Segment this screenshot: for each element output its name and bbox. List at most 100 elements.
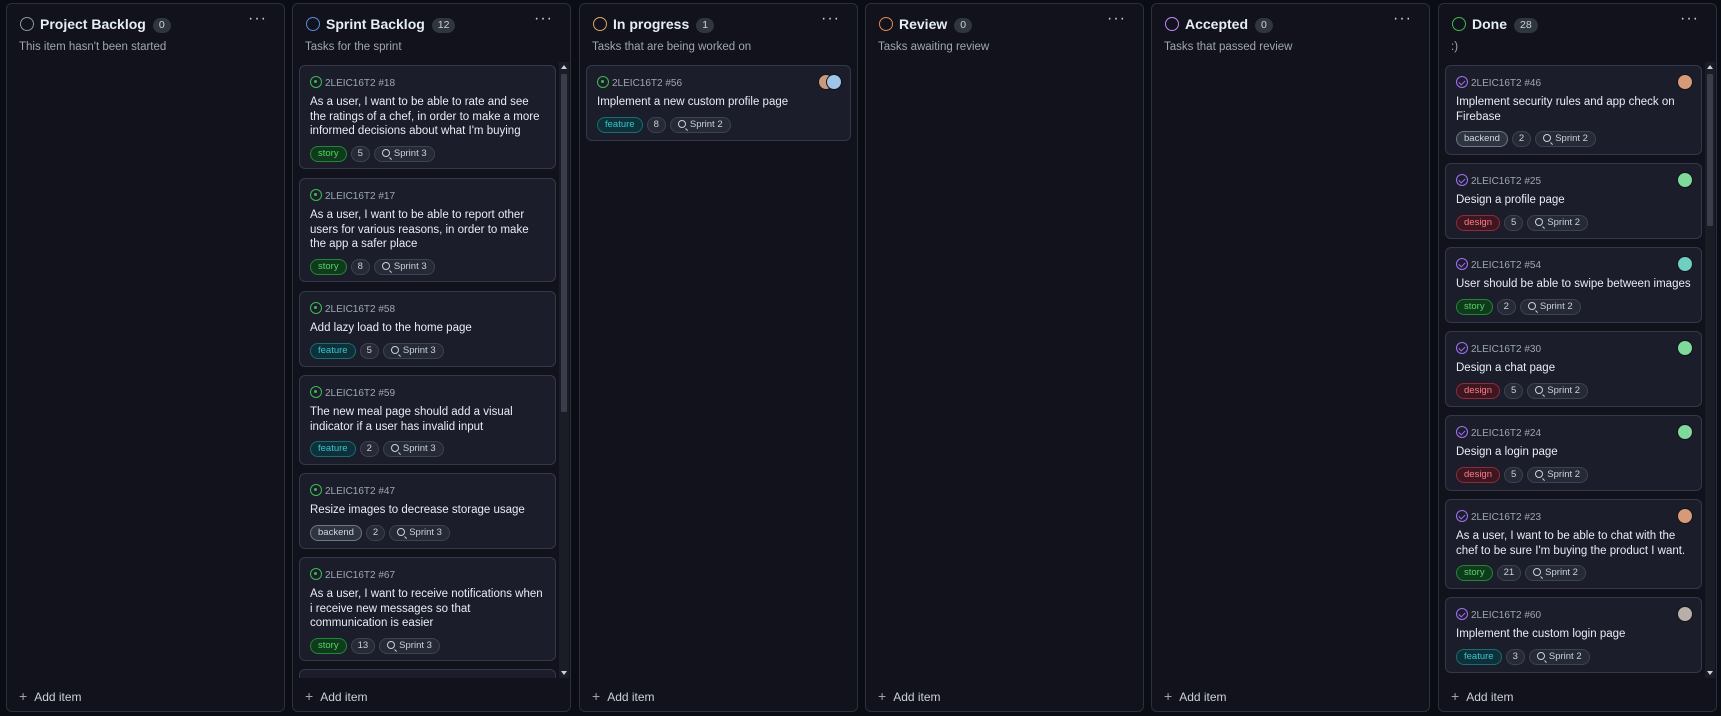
iteration-icon	[397, 528, 406, 536]
label-badge[interactable]: design	[1456, 383, 1500, 399]
issue-card[interactable]: 2LEIC16T2 #25 Design a profile page desi…	[1445, 163, 1702, 239]
issue-reference: 2LEIC16T2 #24	[1456, 426, 1541, 439]
issue-title[interactable]: As a user, I want to be able to rate and…	[310, 95, 545, 139]
label-badge[interactable]: backend	[1456, 131, 1508, 147]
sprint-badge: Sprint 2	[1535, 131, 1596, 147]
column-menu-button[interactable]: ···	[1680, 11, 1698, 30]
issue-title[interactable]: As a user, I want to be able to report o…	[310, 208, 545, 252]
label-badge[interactable]: story	[310, 259, 347, 275]
issue-card-partial[interactable]	[299, 669, 556, 678]
label-badge[interactable]: design	[1456, 467, 1500, 483]
assignee-avatar[interactable]	[1677, 508, 1693, 524]
sprint-badge: Sprint 2	[1519, 299, 1581, 315]
column-footer: + Add item	[866, 681, 1143, 711]
issue-card[interactable]: 2LEIC16T2 #58 Add lazy load to the home …	[299, 291, 556, 367]
issue-title[interactable]: Design a login page	[1456, 445, 1691, 460]
add-item-button[interactable]: + Add item	[305, 688, 368, 704]
assignee-avatar[interactable]	[1677, 340, 1693, 356]
open-issue-icon	[310, 302, 322, 314]
closed-issue-icon	[1456, 426, 1468, 438]
card-fields: story 21 Sprint 2	[1456, 565, 1586, 581]
column-count-badge: 0	[152, 18, 171, 33]
issue-title[interactable]: Resize images to decrease storage usage	[310, 503, 545, 518]
issue-card[interactable]: 2LEIC16T2 #18 As a user, I want to be ab…	[299, 65, 556, 169]
issue-card[interactable]: 2LEIC16T2 #60 Implement the custom login…	[1445, 597, 1702, 673]
issue-title[interactable]: Implement security rules and app check o…	[1456, 95, 1691, 124]
issue-title[interactable]: As a user, I want to receive notificatio…	[310, 587, 545, 631]
assignee-avatar[interactable]	[1677, 606, 1693, 622]
closed-issue-icon	[1456, 510, 1468, 522]
label-badge[interactable]: story	[310, 638, 347, 654]
scroll-up-arrow-icon[interactable]	[1707, 65, 1713, 69]
points-badge: 5	[359, 343, 379, 359]
iteration-icon	[390, 444, 399, 452]
add-item-button[interactable]: + Add item	[878, 688, 941, 704]
issue-card[interactable]: 2LEIC16T2 #30 Design a chat page design …	[1445, 331, 1702, 407]
add-item-button[interactable]: + Add item	[1451, 688, 1514, 704]
points-badge: 13	[350, 638, 376, 654]
column-scrollbar[interactable]	[1705, 62, 1715, 678]
card-fields: backend 2 Sprint 2	[1456, 131, 1596, 147]
column-scrollbar[interactable]	[559, 62, 569, 678]
assignee-avatar[interactable]	[1677, 424, 1693, 440]
assignee-avatar[interactable]	[1677, 74, 1693, 90]
column-title: Sprint Backlog 12	[326, 16, 456, 33]
label-badge[interactable]: feature	[310, 343, 356, 359]
column-menu-button[interactable]: ···	[534, 11, 552, 30]
label-badge[interactable]: feature	[310, 441, 356, 457]
add-item-label: Add item	[893, 690, 941, 704]
scroll-down-arrow-icon[interactable]	[1707, 671, 1713, 675]
iteration-icon	[381, 149, 390, 157]
label-badge[interactable]: story	[1456, 565, 1493, 581]
column-menu-button[interactable]: ···	[1393, 11, 1411, 30]
status-circle-icon	[1452, 17, 1466, 31]
assignee-avatar[interactable]	[826, 74, 842, 90]
add-item-label: Add item	[1179, 690, 1227, 704]
issue-card[interactable]: 2LEIC16T2 #54 User should be able to swi…	[1445, 247, 1702, 323]
issue-title[interactable]: Design a chat page	[1456, 361, 1691, 376]
issue-title[interactable]: Add lazy load to the home page	[310, 321, 545, 336]
card-fields: design 5 Sprint 2	[1456, 383, 1589, 399]
issue-card[interactable]: 2LEIC16T2 #46 Implement security rules a…	[1445, 65, 1702, 155]
label-badge[interactable]: story	[310, 146, 347, 162]
issue-title[interactable]: Implement a new custom profile page	[597, 95, 840, 110]
add-item-button[interactable]: + Add item	[592, 688, 655, 704]
issue-card[interactable]: 2LEIC16T2 #59 The new meal page should a…	[299, 375, 556, 465]
issue-card[interactable]: 2LEIC16T2 #47 Resize images to decrease …	[299, 473, 556, 549]
add-item-button[interactable]: + Add item	[19, 688, 82, 704]
label-badge[interactable]: feature	[1456, 649, 1502, 665]
scrollbar-thumb[interactable]	[1707, 74, 1713, 226]
column-menu-button[interactable]: ···	[821, 11, 839, 30]
scroll-down-arrow-icon[interactable]	[561, 671, 567, 675]
assignee-avatar[interactable]	[1677, 256, 1693, 272]
column-header: Review 0 ··· Tasks awaiting review	[866, 4, 1143, 64]
issue-title[interactable]: User should be able to swipe between ima…	[1456, 277, 1691, 292]
scrollbar-thumb[interactable]	[561, 74, 567, 412]
issue-card[interactable]: 2LEIC16T2 #23 As a user, I want to be ab…	[1445, 499, 1702, 589]
issue-title[interactable]: As a user, I want to be able to chat wit…	[1456, 529, 1691, 558]
issue-title[interactable]: The new meal page should add a visual in…	[310, 405, 545, 434]
column-menu-button[interactable]: ···	[248, 11, 266, 30]
issue-title[interactable]: Design a profile page	[1456, 193, 1691, 208]
issue-card[interactable]: 2LEIC16T2 #17 As a user, I want to be ab…	[299, 178, 556, 282]
issue-title[interactable]: Implement the custom login page	[1456, 627, 1691, 642]
sprint-badge: Sprint 2	[1527, 215, 1589, 231]
scroll-up-arrow-icon[interactable]	[561, 65, 567, 69]
add-item-label: Add item	[34, 690, 82, 704]
label-badge[interactable]: story	[1456, 299, 1493, 315]
column-menu-button[interactable]: ···	[1107, 11, 1125, 30]
issue-card[interactable]: 2LEIC16T2 #24 Design a login page design…	[1445, 415, 1702, 491]
issue-card[interactable]: 2LEIC16T2 #67 As a user, I want to recei…	[299, 557, 556, 661]
sprint-badge: Sprint 3	[373, 146, 435, 162]
add-item-button[interactable]: + Add item	[1164, 688, 1227, 704]
closed-issue-icon	[1456, 174, 1468, 186]
assignee-avatar[interactable]	[1677, 172, 1693, 188]
points-badge: 5	[1504, 215, 1524, 231]
issue-card[interactable]: 2LEIC16T2 #56 Implement a new custom pro…	[586, 65, 851, 141]
label-badge[interactable]: design	[1456, 215, 1500, 231]
label-badge[interactable]: backend	[310, 525, 362, 541]
iteration-icon	[1527, 302, 1536, 310]
points-badge: 5	[350, 146, 370, 162]
label-badge[interactable]: feature	[597, 117, 643, 133]
column-footer: + Add item	[7, 681, 284, 711]
